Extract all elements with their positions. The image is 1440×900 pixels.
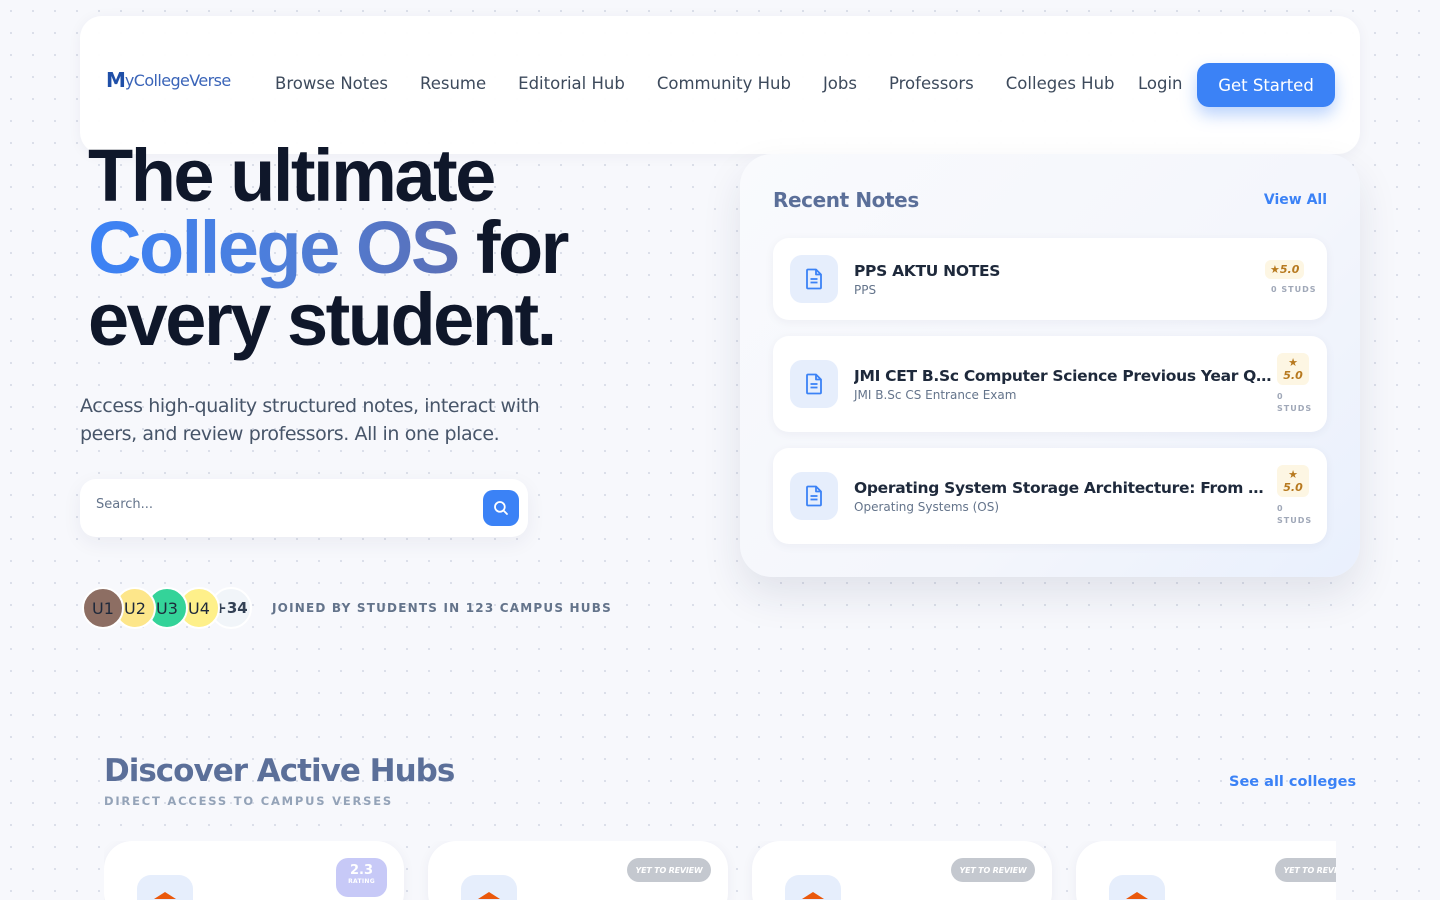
search-icon — [494, 501, 508, 515]
hero-title-line-2: College OS for — [88, 211, 569, 285]
nav-link-professors[interactable]: Professors — [889, 74, 974, 93]
hero-title-line-3: every student. — [88, 278, 557, 361]
hub-card[interactable]: 2.3 RATING — [104, 841, 404, 900]
rating-value: 5.0 — [1279, 263, 1300, 276]
login-link[interactable]: Login — [1138, 74, 1183, 93]
note-title: JMI CET B.Sc Computer Science Previous Y… — [854, 367, 1274, 385]
see-all-colleges-link[interactable]: See all colleges — [1229, 774, 1356, 790]
note-subject: JMI B.Sc CS Entrance Exam — [854, 388, 1017, 402]
hub-card[interactable]: YET TO REVIEW — [752, 841, 1052, 900]
studs-count: 0 STUDS — [1277, 504, 1313, 525]
document-icon — [790, 472, 838, 520]
hub-cards-row: 2.3 RATING YET TO REVIEW YET TO REVIEW Y… — [104, 841, 1336, 900]
hero-title-accent: College OS — [88, 206, 460, 289]
rating-value: 5.0 — [1283, 369, 1303, 382]
hero-title-line-2-rest: for — [457, 206, 570, 289]
note-item-2[interactable]: JMI CET B.Sc Computer Science Previous Y… — [773, 336, 1327, 432]
hub-unreviewed-badge: YET TO REVIEW — [1275, 858, 1336, 882]
avatar-stack: U1 U2 U3 U4 +34 — [82, 587, 252, 629]
hero-title: The ultimate College OS for every studen… — [88, 134, 569, 361]
note-subject: PPS — [854, 283, 877, 297]
hero-title-line-1: The ultimate — [88, 134, 496, 217]
hub-rating-badge: 2.3 RATING — [336, 858, 387, 897]
search-bar — [80, 479, 528, 537]
hub-card[interactable]: YET TO REVIEW — [428, 841, 728, 900]
note-item-1[interactable]: PPS AKTU NOTES PPS ★5.0 0 STUDS — [773, 238, 1327, 320]
document-icon — [790, 360, 838, 408]
logo-text: yCollegeVerse — [124, 70, 231, 90]
discover-title: Discover Active Hubs — [104, 753, 455, 789]
nav-link-community-hub[interactable]: Community Hub — [657, 74, 791, 93]
document-icon — [790, 255, 838, 303]
star-icon: ★ — [1270, 263, 1280, 276]
get-started-button[interactable]: Get Started — [1197, 63, 1335, 107]
note-item-3[interactable]: Operating System Storage Architecture: F… — [773, 448, 1327, 544]
hub-card[interactable]: YET TO REVIEW — [1076, 841, 1336, 900]
hub-rating-label: RATING — [348, 878, 375, 885]
college-icon — [785, 875, 841, 900]
avatar: U1 — [82, 587, 124, 629]
nav-links: Browse Notes Resume Editorial Hub Commun… — [275, 74, 1147, 93]
nav-link-jobs[interactable]: Jobs — [823, 74, 857, 93]
hero-subtitle: Access high-quality structured notes, in… — [80, 395, 540, 445]
hub-unreviewed-badge: YET TO REVIEW — [627, 858, 711, 882]
rating-badge: ★5.0 — [1265, 260, 1305, 279]
nav-link-resume[interactable]: Resume — [420, 74, 486, 93]
nav-link-browse-notes[interactable]: Browse Notes — [275, 74, 388, 93]
rating-badge: ★5.0 — [1277, 465, 1309, 497]
hub-rating-value: 2.3 — [349, 863, 374, 878]
search-input[interactable] — [96, 497, 466, 512]
joined-text: JOINED BY STUDENTS IN 123 CAMPUS HUBS — [272, 601, 612, 615]
view-all-link[interactable]: View All — [1264, 192, 1327, 208]
studs-count: 0 STUDS — [1271, 285, 1317, 294]
note-title: Operating System Storage Architecture: F… — [854, 479, 1274, 497]
note-subject: Operating Systems (OS) — [854, 500, 1000, 514]
nav-link-editorial-hub[interactable]: Editorial Hub — [518, 74, 625, 93]
rating-value: 5.0 — [1283, 481, 1303, 494]
college-icon — [461, 875, 517, 900]
college-icon — [1109, 875, 1165, 900]
hub-unreviewed-badge: YET TO REVIEW — [951, 858, 1035, 882]
star-icon: ★ — [1288, 468, 1298, 481]
rating-badge: ★5.0 — [1277, 353, 1309, 385]
recent-notes-title: Recent Notes — [773, 188, 919, 212]
note-title: PPS AKTU NOTES — [854, 262, 1001, 280]
brand-logo[interactable]: M yCollegeVerse — [106, 68, 231, 92]
star-icon: ★ — [1288, 356, 1298, 369]
discover-subtitle: DIRECT ACCESS TO CAMPUS VERSES — [104, 794, 394, 808]
studs-count: 0 STUDS — [1277, 392, 1313, 413]
college-icon — [137, 875, 193, 900]
search-button[interactable] — [483, 490, 519, 526]
recent-notes-card: Recent Notes View All PPS AKTU NOTES PPS… — [740, 154, 1360, 577]
nav-link-colleges-hub[interactable]: Colleges Hub — [1006, 74, 1115, 93]
logo-mark: M — [106, 68, 126, 92]
